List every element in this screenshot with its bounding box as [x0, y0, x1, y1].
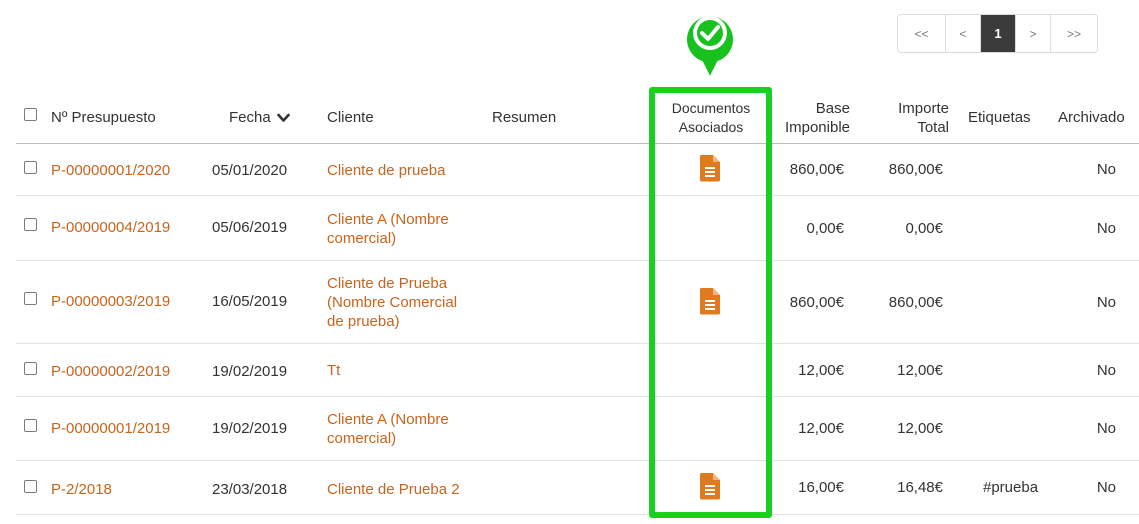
header-base[interactable]: Base Imponible [756, 99, 850, 137]
row-checkbox[interactable] [24, 362, 37, 375]
row-base: 860,00€ [789, 161, 844, 178]
row-archived: No [1096, 293, 1116, 311]
row-number-link[interactable]: P-00000004/2019 [51, 218, 170, 237]
header-documents-line1: Documentos [671, 100, 751, 116]
chevron-down-icon [277, 113, 290, 122]
row-client-link[interactable]: Tt [327, 361, 340, 380]
row-client-line: Cliente de prueba [327, 162, 446, 179]
header-date-label: Fecha [229, 109, 271, 126]
header-documents-line2: Asociados [678, 119, 744, 135]
row-total: 860,00€ [888, 161, 943, 178]
row-client-line: Cliente de Prueba [327, 275, 448, 292]
row-base: 0,00€ [806, 219, 844, 237]
row-client-line: Tt [327, 362, 341, 379]
table-row[interactable]: P-00000001/2020 05/01/2020 Cliente de prue… [16, 144, 1139, 196]
pagination-next[interactable]: > [1016, 15, 1051, 52]
header-base-line1: Base [815, 100, 850, 117]
row-total: 0,00€ [905, 219, 943, 237]
row-checkbox[interactable] [24, 480, 37, 493]
row-total: 12,00€ [897, 420, 943, 437]
row-base: 12,00€ [798, 420, 844, 437]
pagination-current-page[interactable]: 1 [981, 15, 1016, 52]
row-number-link[interactable]: P-2/2018 [51, 480, 112, 499]
header-date[interactable]: Fecha [229, 108, 290, 127]
header-tags[interactable]: Etiquetas [968, 108, 1031, 127]
row-number-link[interactable]: P-00000002/2019 [51, 362, 170, 381]
row-client-link[interactable]: Cliente de Prueba (Nombre Comercial de pru… [327, 274, 457, 331]
table-row[interactable]: P-00000002/2019 19/02/2019 Tt 12,00€ 12,00€ N… [16, 344, 1139, 397]
header-total-line1: Importe [898, 100, 949, 117]
row-number-link[interactable]: P-00000001/2019 [51, 419, 170, 438]
row-date: 19/02/2019 [212, 363, 288, 380]
row-total: 860,00€ [888, 293, 943, 311]
header-documents[interactable]: Documentos Asociados [656, 99, 766, 137]
row-number-link[interactable]: P-00000003/2019 [51, 292, 170, 311]
row-base: 12,00€ [798, 361, 844, 379]
row-tags: #prueba [983, 479, 1039, 496]
header-client[interactable]: Cliente [327, 108, 374, 127]
table-row[interactable]: P-00000003/2019 16/05/2019 Cliente de Prue… [16, 261, 1139, 344]
row-checkbox[interactable] [24, 292, 37, 305]
row-archived: No [1096, 219, 1116, 237]
row-number-link[interactable]: P-00000001/2020 [51, 161, 170, 180]
row-checkbox[interactable] [24, 419, 37, 432]
select-all-checkbox[interactable] [24, 108, 37, 121]
header-number[interactable]: Nº Presupuesto [51, 108, 156, 127]
header-summary[interactable]: Resumen [492, 108, 556, 127]
row-archived: No [1096, 420, 1116, 437]
row-total: 16,48€ [897, 479, 943, 496]
pagination: << < 1 > >> [897, 14, 1098, 53]
table-header: Nº Presupuesto Fecha Cliente Resumen Doc… [16, 92, 1139, 144]
row-base: 860,00€ [789, 293, 844, 311]
header-base-line2: Imponible [784, 119, 850, 136]
row-date: 05/01/2020 [212, 162, 288, 179]
row-client-link[interactable]: Cliente A (Nombre comercial) [327, 410, 449, 448]
row-client-link[interactable]: Cliente A (Nombre comercial) [327, 210, 449, 248]
row-client-link[interactable]: Cliente de prueba [327, 161, 445, 180]
row-client-line: de prueba) [327, 313, 400, 330]
row-archived: No [1096, 479, 1116, 496]
row-client-line: comercial) [327, 430, 397, 447]
document-icon[interactable] [699, 472, 721, 500]
row-client-line: comercial) [327, 230, 397, 247]
document-icon[interactable] [699, 154, 721, 182]
pagination-last[interactable]: >> [1051, 15, 1097, 52]
table-row[interactable]: P-2/2018 23/03/2018 Cliente de Prueba 2 16… [16, 461, 1139, 515]
row-base: 16,00€ [798, 479, 844, 496]
row-date: 19/02/2019 [212, 420, 288, 437]
header-total[interactable]: Importe Total [866, 99, 949, 137]
row-date: 23/03/2018 [212, 481, 288, 498]
row-checkbox[interactable] [24, 161, 37, 174]
row-client-link[interactable]: Cliente de Prueba 2 [327, 480, 460, 499]
table-row[interactable]: P-00000001/2019 19/02/2019 Cliente A (Nomb… [16, 397, 1139, 461]
row-total: 12,00€ [897, 361, 943, 379]
pagination-prev[interactable]: < [946, 15, 981, 52]
header-total-line2: Total [917, 119, 949, 136]
row-archived: No [1096, 161, 1116, 178]
header-archived[interactable]: Archivado [1058, 108, 1125, 127]
row-archived: No [1096, 361, 1116, 379]
row-client-line: Cliente A (Nombre [327, 411, 449, 428]
check-marker-icon [683, 11, 737, 83]
pagination-first[interactable]: << [898, 15, 946, 52]
row-date: 16/05/2019 [212, 293, 288, 310]
row-date: 05/06/2019 [212, 219, 288, 236]
table-row[interactable]: P-00000004/2019 05/06/2019 Cliente A (Nomb… [16, 196, 1139, 261]
row-client-line: Cliente A (Nombre [327, 211, 449, 228]
row-client-line: Cliente de Prueba 2 [327, 481, 460, 498]
row-client-line: (Nombre Comercial [327, 294, 458, 311]
document-icon[interactable] [699, 287, 721, 315]
row-checkbox[interactable] [24, 218, 37, 231]
